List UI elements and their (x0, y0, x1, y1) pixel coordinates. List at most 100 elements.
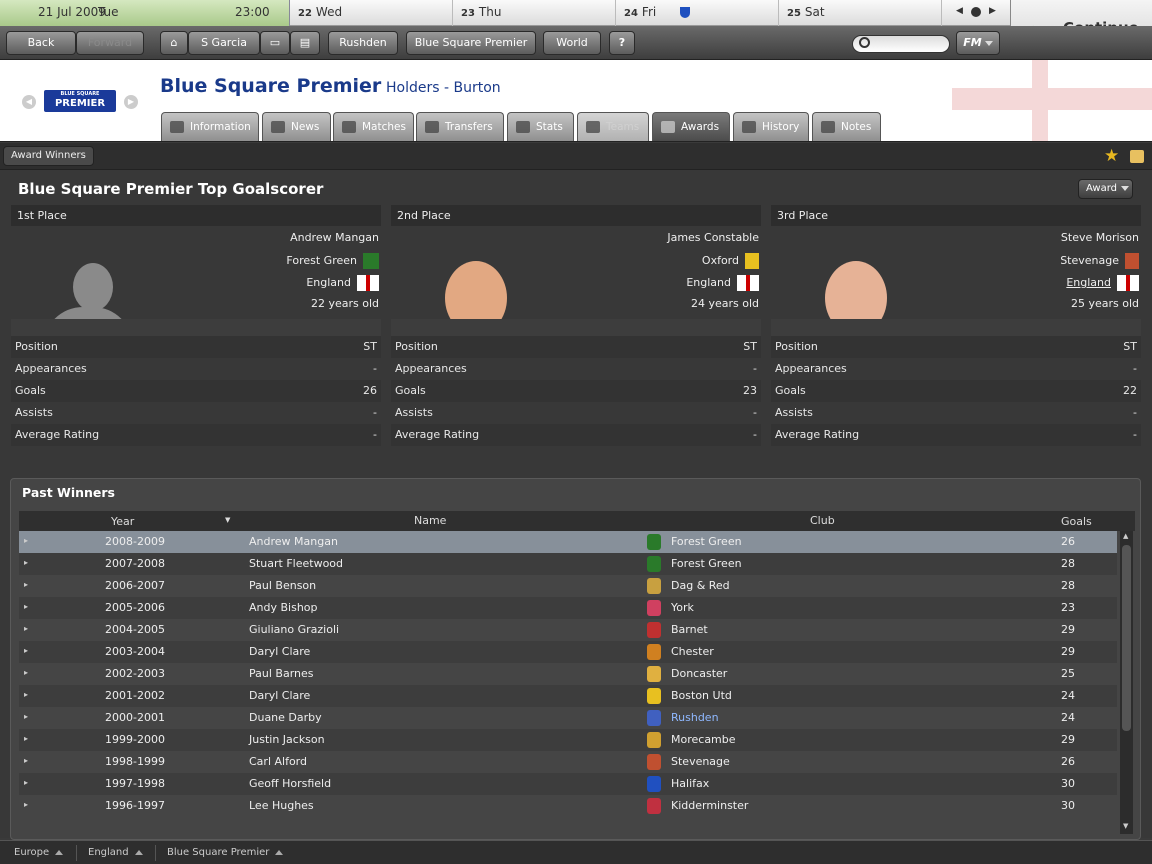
star-icon[interactable]: ★ (1104, 146, 1119, 166)
player-nation[interactable]: England (1066, 275, 1139, 291)
cell-name[interactable]: Carl Alford (249, 755, 307, 768)
first-place-panel: 1st Place Andrew Mangan Forest Green Eng… (11, 205, 381, 475)
cell-club[interactable]: Chester (671, 645, 714, 658)
breadcrumb-item[interactable]: Blue Square Premier (167, 847, 284, 858)
search-input[interactable] (852, 35, 950, 53)
award-winners-button[interactable]: Award Winners (3, 146, 94, 166)
cell-club[interactable]: Barnet (671, 623, 708, 636)
main-content: Blue Square Premier Top Goalscorer Award… (0, 170, 1152, 840)
table-row[interactable]: ▸ 2004-2005 Giuliano Grazioli Barnet 29 (19, 619, 1117, 641)
scrollbar[interactable]: ▲ ▼ (1120, 531, 1133, 834)
cell-name[interactable]: Giuliano Grazioli (249, 623, 339, 636)
cell-name[interactable]: Daryl Clare (249, 645, 310, 658)
breadcrumb-item[interactable]: England (88, 847, 143, 858)
cell-name[interactable]: Paul Benson (249, 579, 316, 592)
add-note-icon[interactable] (1130, 150, 1144, 163)
scroll-up-icon[interactable]: ▲ (1123, 532, 1128, 540)
calendar-today-dot-icon[interactable] (971, 7, 981, 17)
award-dropdown[interactable]: Award (1078, 179, 1133, 199)
scroll-down-icon[interactable]: ▼ (1123, 822, 1128, 830)
cell-name[interactable]: Stuart Fleetwood (249, 557, 343, 570)
tab-matches[interactable]: Matches (333, 112, 414, 141)
tab-label: Teams (606, 121, 640, 133)
cell-club[interactable]: Forest Green (671, 557, 742, 570)
table-row[interactable]: ▸ 2007-2008 Stuart Fleetwood Forest Green 28 (19, 553, 1117, 575)
player-name[interactable]: James Constable (667, 231, 759, 244)
tab-teams[interactable]: Teams (577, 112, 649, 141)
tab-history[interactable]: History (733, 112, 809, 141)
cell-name[interactable]: Duane Darby (249, 711, 322, 724)
cell-club[interactable]: Doncaster (671, 667, 727, 680)
fm-menu-button[interactable]: FM (956, 31, 1000, 55)
cell-name[interactable]: Paul Barnes (249, 667, 314, 680)
scrollbar-thumb[interactable] (1122, 545, 1131, 731)
table-row[interactable]: ▸ 1998-1999 Carl Alford Stevenage 26 (19, 751, 1117, 773)
cell-name[interactable]: Lee Hughes (249, 799, 314, 812)
help-button[interactable]: ? (609, 31, 635, 55)
tab-stats[interactable]: Stats (507, 112, 574, 141)
player-nation[interactable]: England (306, 275, 379, 291)
table-row[interactable]: ▸ 1999-2000 Justin Jackson Morecambe 29 (19, 729, 1117, 751)
tab-notes[interactable]: Notes (812, 112, 881, 141)
cell-club[interactable]: Rushden (671, 711, 719, 724)
cell-club[interactable]: Kidderminster (671, 799, 748, 812)
table-row[interactable]: ▸ 1997-1998 Geoff Horsfield Halifax 30 (19, 773, 1117, 795)
column-club[interactable]: Club (810, 514, 835, 527)
cell-club[interactable]: Boston Utd (671, 689, 732, 702)
tab-information[interactable]: Information (161, 112, 259, 141)
cell-club[interactable]: Dag & Red (671, 579, 730, 592)
back-button[interactable]: Back (6, 31, 76, 55)
cell-name[interactable]: Daryl Clare (249, 689, 310, 702)
player-name[interactable]: Andrew Mangan (290, 231, 379, 244)
inbox-button[interactable]: ▭ (260, 31, 290, 55)
cell-club[interactable]: Stevenage (671, 755, 730, 768)
prev-competition-icon[interactable]: ◀ (22, 95, 36, 109)
table-row[interactable]: ▸ 2002-2003 Paul Barnes Doncaster 25 (19, 663, 1117, 685)
tab-transfers[interactable]: Transfers (416, 112, 504, 141)
club-dropdown[interactable]: Rushden (328, 31, 398, 68)
cell-club[interactable]: York (671, 601, 694, 614)
column-goals[interactable]: Goals (1061, 515, 1092, 528)
cell-club[interactable]: Halifax (671, 777, 709, 790)
row-arrow-icon: ▸ (24, 580, 29, 589)
tab-awards[interactable]: Awards (652, 112, 730, 141)
cell-name[interactable]: Justin Jackson (249, 733, 325, 746)
table-row[interactable]: ▸ 2008-2009 Andrew Mangan Forest Green 26 (19, 531, 1117, 553)
cell-club[interactable]: Morecambe (671, 733, 736, 746)
table-row[interactable]: ▸ 2005-2006 Andy Bishop York 23 (19, 597, 1117, 619)
cell-club[interactable]: Forest Green (671, 535, 742, 548)
player-club[interactable]: Forest Green (286, 253, 379, 269)
cell-name[interactable]: Geoff Horsfield (249, 777, 331, 790)
home-button[interactable]: ⌂ (160, 31, 188, 55)
calendar-day[interactable]: 22 Wed (290, 0, 453, 26)
calendar-day[interactable]: 23 Thu (453, 0, 616, 26)
news-button[interactable]: ▤ (290, 31, 320, 55)
world-dropdown[interactable]: World (543, 31, 601, 68)
table-row[interactable]: ▸ 1996-1997 Lee Hughes Kidderminster 30 (19, 795, 1117, 817)
table-row[interactable]: ▸ 2001-2002 Daryl Clare Boston Utd 24 (19, 685, 1117, 707)
oxford-crest-icon (745, 253, 759, 269)
cell-name[interactable]: Andrew Mangan (249, 535, 338, 548)
table-row[interactable]: ▸ 2000-2001 Duane Darby Rushden 24 (19, 707, 1117, 729)
forward-button[interactable]: Forward (76, 31, 144, 55)
breadcrumb-item[interactable]: Europe (14, 847, 64, 858)
table-row[interactable]: ▸ 2006-2007 Paul Benson Dag & Red 28 (19, 575, 1117, 597)
next-competition-icon[interactable]: ▶ (124, 95, 138, 109)
calendar-today[interactable]: 21 Jul 2009 Tue 23:00 (0, 0, 290, 26)
calendar-day[interactable]: 24 Fri (616, 0, 779, 26)
player-nation[interactable]: England (686, 275, 759, 291)
table-row[interactable]: ▸ 2003-2004 Daryl Clare Chester 29 (19, 641, 1117, 663)
cell-name[interactable]: Andy Bishop (249, 601, 318, 614)
calendar-next-icon[interactable]: ▶ (989, 6, 996, 16)
player-name[interactable]: Steve Morison (1061, 231, 1139, 244)
column-name[interactable]: Name (414, 514, 446, 527)
player-club[interactable]: Stevenage (1060, 253, 1139, 269)
competition-dropdown[interactable]: Blue Square Premier (406, 31, 536, 68)
calendar-prev-icon[interactable]: ◀ (956, 6, 963, 16)
column-year[interactable]: Year (111, 515, 134, 528)
calendar-day[interactable]: 25 Sat (779, 0, 942, 26)
manager-dropdown[interactable]: S Garcia (188, 31, 260, 68)
tab-news[interactable]: News (262, 112, 331, 141)
shield-icon (342, 121, 356, 133)
player-club[interactable]: Oxford (702, 253, 759, 269)
